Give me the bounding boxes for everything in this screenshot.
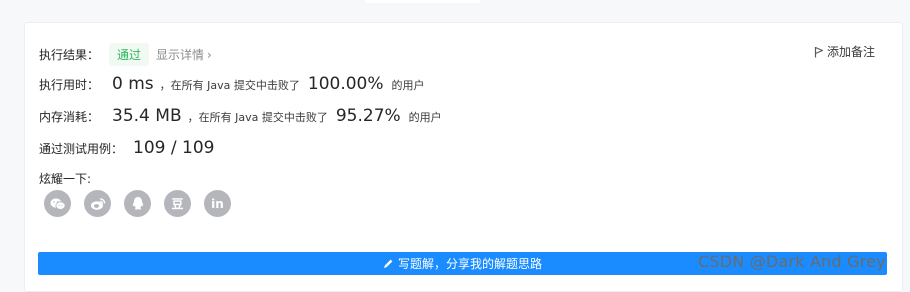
qq-glyph	[132, 197, 143, 210]
add-note-label: 添加备注	[826, 45, 875, 59]
linkedin-glyph: in	[211, 196, 224, 211]
memory-row: 内存消耗： 35.4 MB ，在所有 Java 提交中击败了 95.27% 的用…	[39, 106, 442, 126]
share-label: 炫耀一下:	[39, 172, 92, 186]
memory-label: 内存消耗：	[39, 110, 100, 124]
runtime-beat-text: ，在所有 Java 提交中击败了	[159, 79, 300, 92]
testcases-label: 通过测试用例：	[39, 142, 124, 156]
memory-value: 35.4 MB	[112, 106, 182, 126]
wechat-icon[interactable]	[44, 190, 71, 217]
share-row-label: 炫耀一下:	[39, 170, 91, 187]
testcases-value: 109 / 109	[133, 138, 215, 158]
runtime-percent: 100.00%	[307, 74, 384, 94]
show-details-link[interactable]: 显示详情 ›	[156, 46, 212, 63]
pencil-icon	[383, 259, 393, 268]
runtime-suffix: 的用户	[391, 79, 425, 92]
douban-icon[interactable]: 豆	[164, 190, 191, 217]
status-badge: 通过	[109, 43, 150, 66]
flag-icon	[814, 46, 824, 57]
write-solution-label: 写题解，分享我的解题思路	[397, 257, 542, 271]
share-icons: 豆 in	[44, 190, 244, 217]
weibo-icon[interactable]	[84, 190, 111, 217]
add-note-button[interactable]: 添加备注	[814, 43, 875, 60]
result-label: 执行结果：	[39, 48, 100, 62]
runtime-row: 执行用时： 0 ms ，在所有 Java 提交中击败了 100.00% 的用户	[39, 74, 425, 94]
chevron-right-icon: ›	[207, 48, 212, 62]
memory-suffix: 的用户	[408, 111, 442, 124]
runtime-label: 执行用时：	[39, 78, 100, 92]
testcases-row: 通过测试用例： 109 / 109	[39, 138, 214, 158]
memory-percent: 95.27%	[335, 106, 401, 126]
active-tab-indicator	[365, 0, 480, 3]
linkedin-icon[interactable]: in	[204, 190, 231, 217]
memory-beat-text: ，在所有 Java 提交中击败了	[187, 111, 328, 124]
watermark: CSDN @Dark And Grey	[698, 252, 886, 271]
runtime-value: 0 ms	[112, 74, 154, 94]
qq-icon[interactable]	[124, 190, 151, 217]
wechat-glyph	[50, 197, 65, 210]
show-details-label: 显示详情	[156, 48, 205, 62]
result-row: 执行结果： 通过 显示详情 ›	[39, 43, 212, 66]
weibo-glyph	[90, 197, 105, 210]
douban-glyph: 豆	[171, 197, 184, 211]
